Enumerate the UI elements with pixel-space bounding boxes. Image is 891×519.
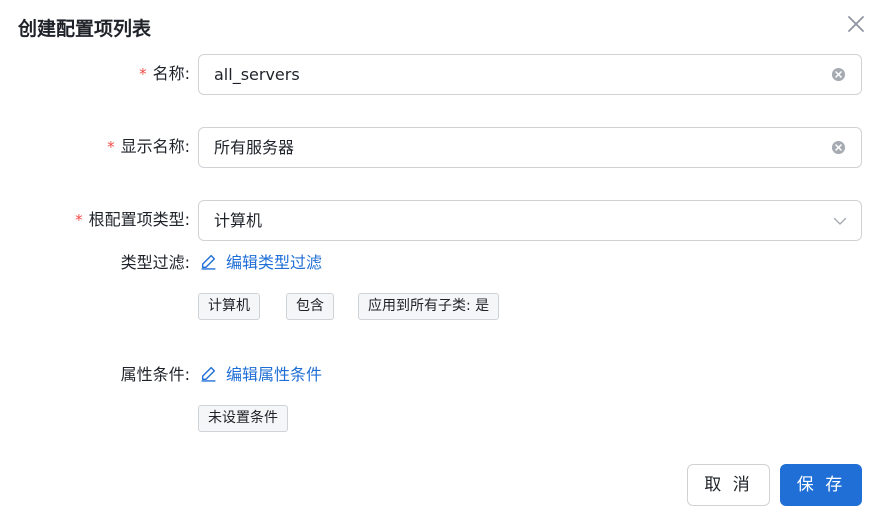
type-filter-tag: 应用到所有子类: 是 bbox=[358, 293, 500, 320]
type-filter-label: 类型过滤: bbox=[120, 253, 190, 272]
pencil-icon bbox=[201, 254, 216, 270]
cancel-button[interactable]: 取 消 bbox=[687, 464, 770, 506]
name-input[interactable]: all_servers bbox=[198, 54, 862, 95]
display-name-label: * 显示名称: bbox=[107, 135, 190, 159]
clear-circle-icon[interactable] bbox=[831, 140, 846, 155]
close-button[interactable] bbox=[844, 12, 868, 36]
edit-attribute-conditions-link[interactable]: 编辑属性条件 bbox=[200, 363, 322, 387]
root-ci-type-label: * 根配置项类型: bbox=[75, 208, 190, 232]
type-filter-tag: 包含 bbox=[286, 293, 334, 320]
name-label-text: 名称: bbox=[152, 64, 190, 83]
edit-attribute-conditions-text: 编辑属性条件 bbox=[226, 365, 323, 384]
root-ci-type-label-text: 根配置项类型: bbox=[88, 210, 190, 229]
pencil-icon bbox=[201, 366, 216, 382]
display-name-input-value: 所有服务器 bbox=[214, 138, 295, 157]
attribute-conditions-label: 属性条件: bbox=[120, 365, 190, 384]
type-filter-tag: 计算机 bbox=[198, 293, 260, 320]
edit-type-filter-text: 编辑类型过滤 bbox=[226, 253, 323, 272]
attribute-condition-tag: 未设置条件 bbox=[198, 405, 288, 432]
required-mark: * bbox=[75, 211, 83, 229]
save-button[interactable]: 保 存 bbox=[780, 464, 862, 506]
required-mark: * bbox=[139, 65, 147, 83]
root-ci-type-select[interactable]: 计算机 bbox=[198, 200, 862, 241]
display-name-input[interactable]: 所有服务器 bbox=[198, 127, 862, 168]
clear-circle-icon[interactable] bbox=[831, 67, 846, 82]
dialog-title: 创建配置项列表 bbox=[18, 18, 152, 40]
required-mark: * bbox=[107, 138, 115, 156]
edit-type-filter-link[interactable]: 编辑类型过滤 bbox=[200, 251, 322, 275]
name-input-value: all_servers bbox=[214, 65, 300, 84]
name-label: * 名称: bbox=[139, 62, 190, 86]
chevron-down-icon bbox=[833, 217, 847, 225]
create-ci-list-dialog: 创建配置项列表 * 名称: all_servers * 显示名称: 所有服务器 * 根… bbox=[0, 0, 891, 519]
root-ci-type-value: 计算机 bbox=[214, 211, 263, 230]
display-name-label-text: 显示名称: bbox=[120, 137, 190, 156]
close-icon bbox=[848, 16, 864, 32]
